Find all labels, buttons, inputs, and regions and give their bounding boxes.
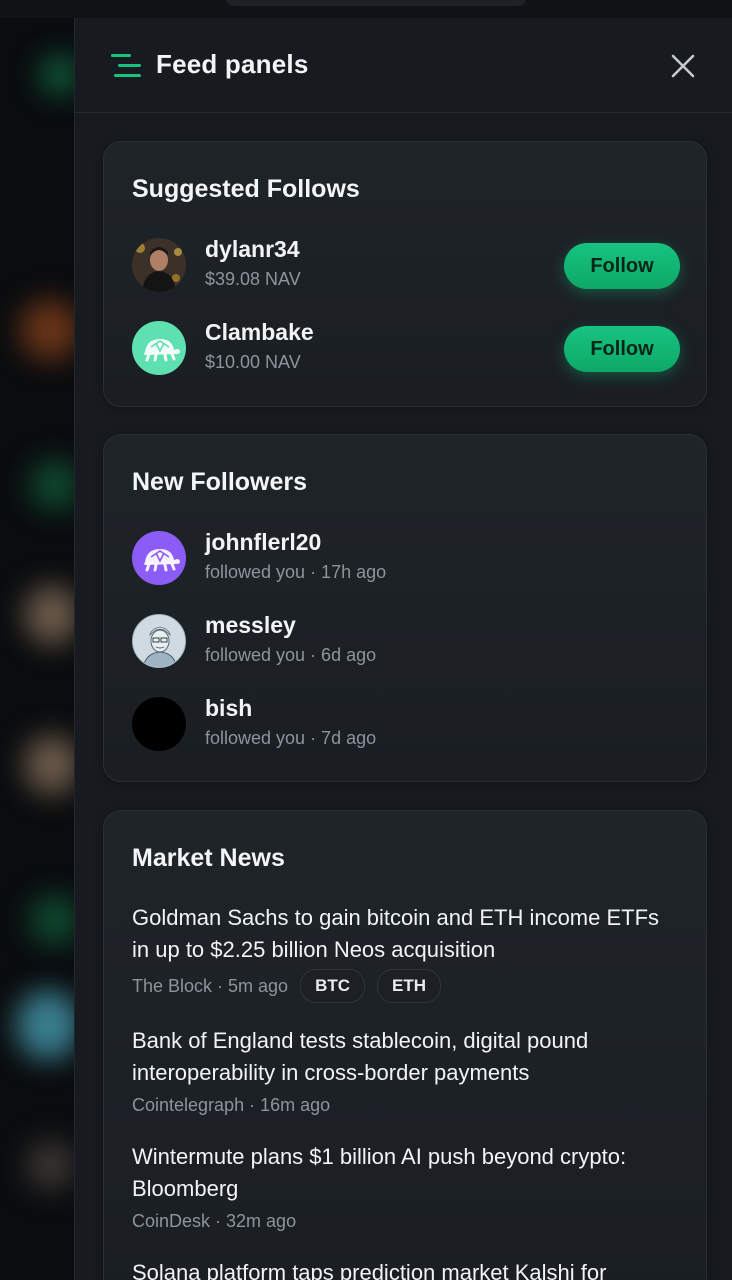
news-meta: CoinDesk · 32m ago [132,1205,682,1237]
suggested-follow-row: Clambake $10.00 NAV Follow [132,319,680,377]
suggested-follows-card: Suggested Follows dylanr34 $39.08 NAV Fo… [103,141,707,407]
sketch-portrait-icon [133,615,185,667]
news-headline[interactable]: Goldman Sachs to gain bitcoin and ETH in… [132,902,682,966]
news-item[interactable]: Solana platform taps prediction market K… [132,1257,682,1280]
username[interactable]: dylanr34 [205,236,300,263]
card-title: New Followers [132,468,308,496]
tag-btc[interactable]: BTC [300,969,366,1003]
background-feed-blurred [0,0,74,1280]
avatar[interactable] [132,321,186,375]
follower-row[interactable]: bish followed you · 7d ago [132,695,680,753]
follow-button[interactable]: Follow [564,243,680,289]
tag-eth[interactable]: ETH [377,969,442,1003]
close-icon[interactable] [669,52,697,80]
avatar[interactable] [132,238,186,292]
news-source-time: CoinDesk · 32m ago [132,1211,297,1231]
nav-value: $39.08 NAV [205,269,301,289]
suggested-follow-row: dylanr34 $39.08 NAV Follow [132,236,680,294]
news-item[interactable]: Wintermute plans $1 billion AI push beyo… [132,1141,682,1237]
news-item[interactable]: Bank of England tests stablecoin, digita… [132,1025,682,1121]
market-news-card: Market News Goldman Sachs to gain bitcoi… [103,810,707,1280]
news-source-time: The Block · 5m ago [132,976,289,996]
news-meta: Cointelegraph · 16m ago [132,1089,682,1121]
drawer-header: Feed panels [75,18,732,113]
username[interactable]: bish [205,695,252,722]
news-headline[interactable]: Solana platform taps prediction market K… [132,1257,682,1280]
follower-row[interactable]: johnflerl20 followed you · 17h ago [132,529,680,587]
follow-button[interactable]: Follow [564,326,680,372]
news-headline[interactable]: Bank of England tests stablecoin, digita… [132,1025,682,1089]
avatar[interactable] [132,614,186,668]
username[interactable]: johnflerl20 [205,529,321,556]
menu-icon [111,54,141,77]
news-meta: The Block · 5m ago BTC ETH [132,969,682,1003]
photo-avatar-icon [132,238,186,292]
followed-time: followed you · 7d ago [205,728,377,748]
avatar[interactable] [132,531,186,585]
news-headline[interactable]: Wintermute plans $1 billion AI push beyo… [132,1141,682,1205]
news-source-time: Cointelegraph · 16m ago [132,1095,331,1115]
card-title: Market News [132,844,285,872]
username[interactable]: messley [205,612,296,639]
nav-value: $10.00 NAV [205,352,301,372]
avatar[interactable] [132,697,186,751]
feed-panels-drawer: Feed panels Suggested Follows dylanr34 $… [74,18,732,1280]
card-title: Suggested Follows [132,175,360,203]
follower-row[interactable]: messley followed you · 6d ago [132,612,680,670]
turtle-icon [144,549,180,572]
turtle-icon [144,339,180,362]
drawer-title: Feed panels [156,49,309,79]
followed-time: followed you · 6d ago [205,645,377,665]
top-bar-blurred [0,0,732,18]
followed-time: followed you · 17h ago [205,562,387,582]
username[interactable]: Clambake [205,319,314,346]
news-item[interactable]: Goldman Sachs to gain bitcoin and ETH in… [132,902,682,1003]
new-followers-card: New Followers johnflerl20 followed you ·… [103,434,707,782]
